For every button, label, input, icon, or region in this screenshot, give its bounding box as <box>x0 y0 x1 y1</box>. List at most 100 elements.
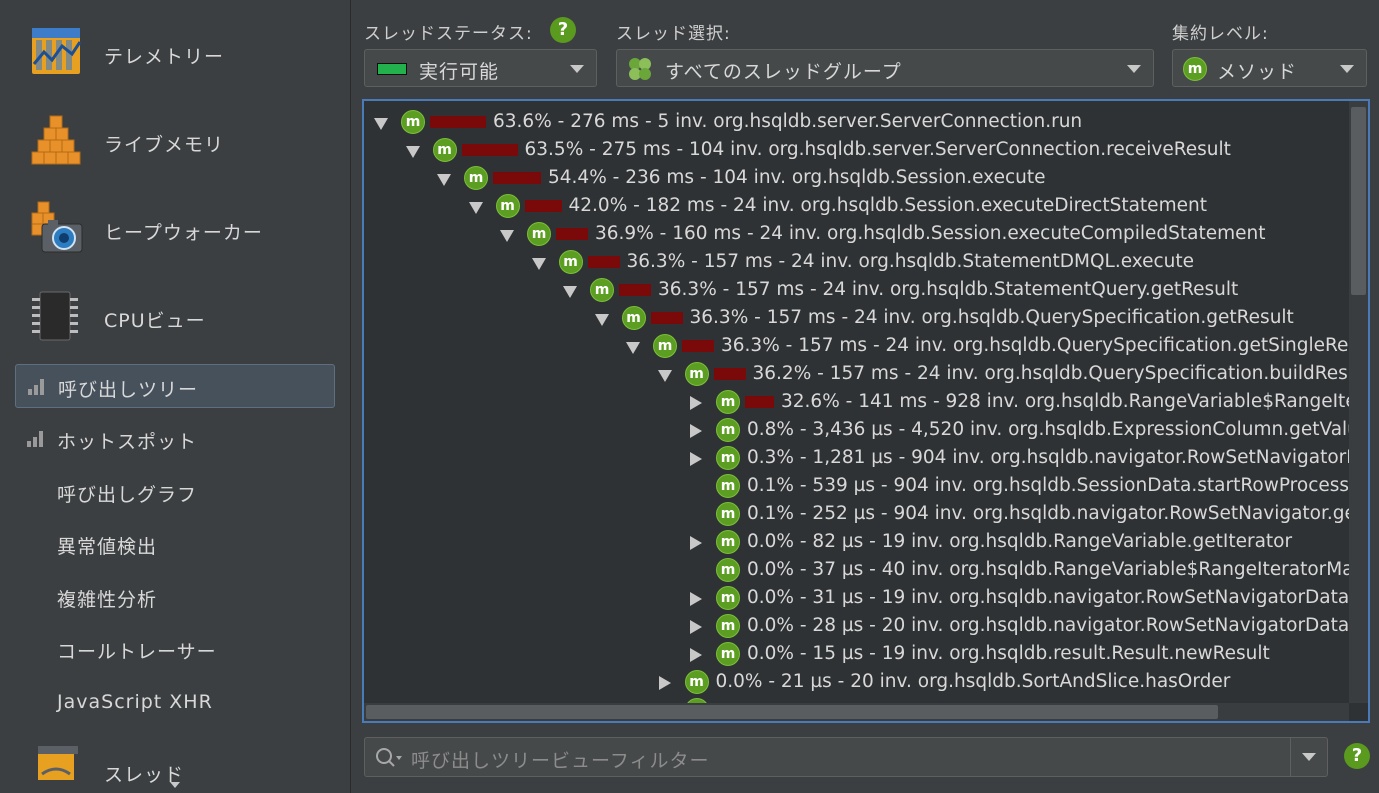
tree-row[interactable]: m 36.3% - 157 ms - 24 inv. org.hsqldb.Sta… <box>364 277 1349 305</box>
thread-select-combo[interactable]: すべてのスレッドグループ <box>616 49 1154 87</box>
chevron-down-icon <box>1340 65 1354 73</box>
method-icon: m <box>558 250 583 274</box>
chevron-down-icon <box>570 65 584 73</box>
call-tree-panel[interactable]: m 63.6% - 276 ms - 5 inv. org.hsqldb.serv… <box>362 99 1370 723</box>
expanded-triangle-icon[interactable] <box>374 118 388 130</box>
percentage-bar <box>556 228 588 240</box>
collapsed-triangle-icon[interactable] <box>658 676 671 690</box>
expanded-triangle-icon[interactable] <box>657 370 672 382</box>
filter-help-icon[interactable]: ? <box>1344 743 1370 769</box>
tree-row[interactable]: m 0.3% - 1,281 µs - 904 inv. org.hsqldb.n… <box>364 445 1349 473</box>
method-icon: m <box>495 194 520 218</box>
thread-status-color-swatch <box>377 63 407 75</box>
expanded-triangle-icon[interactable] <box>531 258 546 270</box>
tree-row[interactable]: m 0.1% - 539 µs - 904 inv. org.hsqldb.Ses… <box>364 473 1349 501</box>
expanded-triangle-icon[interactable] <box>405 146 420 158</box>
filter-separator <box>1290 738 1291 776</box>
method-icon: m <box>621 306 646 330</box>
tree-row[interactable]: m 0.0% - 21 µs - 20 inv. org.hsqldb.SortA… <box>364 669 1349 697</box>
collapsed-triangle-icon[interactable] <box>690 648 702 662</box>
nav-hotspots-label: ホットスポット <box>57 431 198 453</box>
nav-complexity-analysis[interactable]: 複雑性分析 <box>15 575 335 619</box>
collapsed-triangle-icon[interactable] <box>690 620 702 634</box>
tree-row-text: 54.4% - 236 ms - 104 inv. org.hsqldb.Ses… <box>548 167 1046 188</box>
nav-outlier-detection[interactable]: 異常値検出 <box>15 522 335 566</box>
tree-row[interactable]: m 36.3% - 157 ms - 24 inv. org.hsqldb.Sta… <box>364 249 1349 277</box>
sidebar-scroll-down-icon[interactable] <box>170 782 180 788</box>
expanded-triangle-icon[interactable] <box>468 202 483 214</box>
tree-row[interactable]: m 0.1% - 252 µs - 904 inv. org.hsqldb.nav… <box>364 501 1349 529</box>
tree-row[interactable]: m 32.6% - 141 ms - 928 inv. org.hsqldb.Ra… <box>364 389 1349 417</box>
tree-row[interactable]: m 0.8% - 3,436 µs - 4,520 inv. org.hsqldb… <box>364 417 1349 445</box>
live-memory-icon <box>31 115 81 165</box>
method-icon: m <box>716 418 740 442</box>
expanded-triangle-icon[interactable] <box>563 286 577 298</box>
threads-icon <box>38 746 78 780</box>
thread-group-icon <box>629 58 651 80</box>
filter-history-chevron-icon[interactable] <box>1302 753 1316 761</box>
horizontal-scrollbar[interactable] <box>364 703 1349 721</box>
nav-cpu-label: CPUビュー <box>104 310 206 332</box>
tree-row[interactable]: m 0.0% - 31 µs - 19 inv. org.hsqldb.navig… <box>364 585 1349 613</box>
thread-status-help-icon[interactable]: ? <box>550 17 576 43</box>
collapsed-triangle-icon[interactable] <box>690 452 702 466</box>
tree-row[interactable]: m 0.0% - 82 µs - 19 inv. org.hsqldb.Range… <box>364 529 1349 557</box>
collapsed-triangle-icon[interactable] <box>690 592 702 606</box>
tree-row[interactable]: m 36.3% - 157 ms - 24 inv. org.hsqldb.Que… <box>364 333 1349 361</box>
expanded-triangle-icon[interactable] <box>626 342 640 354</box>
tree-row[interactable]: m 0.0% - 37 µs - 40 inv. org.hsqldb.Range… <box>364 557 1349 585</box>
expanded-triangle-icon[interactable] <box>437 174 451 186</box>
method-icon: m <box>716 390 740 414</box>
nav-hotspots[interactable]: ホットスポット <box>15 417 335 461</box>
tree-row[interactable]: m 54.4% - 236 ms - 104 inv. org.hsqldb.Se… <box>364 165 1349 193</box>
percentage-bar <box>745 396 774 408</box>
nav-heap-walker[interactable]: ヒープウォーカー <box>0 188 350 268</box>
method-icon: m <box>684 362 709 386</box>
tree-row-text: 0.0% - 28 µs - 20 inv. org.hsqldb.naviga… <box>747 615 1349 636</box>
collapsed-triangle-icon[interactable] <box>690 424 702 438</box>
collapsed-triangle-icon[interactable] <box>690 396 702 410</box>
search-icon <box>376 748 402 767</box>
tree-row[interactable]: m 63.5% - 275 ms - 104 inv. org.hsqldb.se… <box>364 137 1349 165</box>
nav-live-memory[interactable]: ライブメモリ <box>0 100 350 180</box>
nav-javascript-xhr[interactable]: JavaScript XHR <box>15 681 335 725</box>
tree-row-text: 36.2% - 157 ms - 24 inv. org.hsqldb.Quer… <box>752 363 1350 384</box>
nav-call-tracer[interactable]: コールトレーサー <box>15 627 335 671</box>
vertical-scrollbar[interactable] <box>1349 101 1368 703</box>
percentage-bar <box>619 284 651 296</box>
tree-row[interactable]: m 36.9% - 160 ms - 24 inv. org.hsqldb.Ses… <box>364 221 1349 249</box>
nav-call-graph-label: 呼び出しグラフ <box>57 484 198 506</box>
tree-row[interactable]: m 42.0% - 182 ms - 24 inv. org.hsqldb.Ses… <box>364 193 1349 221</box>
tree-row-text: 0.0% - 37 µs - 40 inv. org.hsqldb.RangeV… <box>747 559 1349 580</box>
tree-row-text: 36.3% - 157 ms - 24 inv. org.hsqldb.Quer… <box>689 307 1294 328</box>
nav-telemetry[interactable]: テレメトリー <box>0 14 350 94</box>
method-icon: m <box>716 446 740 470</box>
percentage-bar <box>682 340 714 352</box>
tree-row[interactable]: m 36.3% - 157 ms - 24 inv. org.hsqldb.Que… <box>364 305 1349 333</box>
method-icon: m <box>527 222 551 246</box>
tree-row[interactable]: m 63.6% - 276 ms - 5 inv. org.hsqldb.serv… <box>364 109 1349 137</box>
expanded-triangle-icon[interactable] <box>594 314 609 326</box>
expanded-triangle-icon[interactable] <box>500 230 514 242</box>
call-tree-filter[interactable]: 呼び出しツリービューフィルター <box>364 737 1328 777</box>
nav-call-tracer-label: コールトレーサー <box>57 641 217 663</box>
nav-threads[interactable]: スレッド <box>0 738 350 793</box>
aggregation-combo[interactable]: m メソッド <box>1172 49 1367 87</box>
tree-row-text: 0.0% - 82 µs - 19 inv. org.hsqldb.RangeV… <box>747 531 1293 552</box>
nav-cpu[interactable]: CPUビュー <box>0 276 350 356</box>
nav-call-tree-label: 呼び出しツリー <box>58 379 199 401</box>
thread-status-combo[interactable]: 実行可能 <box>364 49 597 87</box>
tree-row[interactable]: m 0.0% - 28 µs - 20 inv. org.hsqldb.navig… <box>364 613 1349 641</box>
tree-row[interactable]: m 0.0% - 15 µs - 19 inv. org.hsqldb.resul… <box>364 641 1349 669</box>
tree-row[interactable]: m 36.2% - 157 ms - 24 inv. org.hsqldb.Que… <box>364 361 1349 389</box>
horizontal-scrollbar-thumb[interactable] <box>366 705 1218 719</box>
method-icon: m <box>684 670 709 694</box>
vertical-scrollbar-thumb[interactable] <box>1351 107 1366 295</box>
chevron-down-icon <box>1127 65 1141 73</box>
collapsed-triangle-icon[interactable] <box>690 536 702 550</box>
percentage-bar <box>461 144 518 156</box>
nav-call-graph[interactable]: 呼び出しグラフ <box>15 470 335 514</box>
nav-call-tree[interactable]: 呼び出しツリー <box>15 364 335 408</box>
tree-row-text: 42.0% - 182 ms - 24 inv. org.hsqldb.Sess… <box>568 195 1207 216</box>
method-icon: m <box>716 614 740 638</box>
